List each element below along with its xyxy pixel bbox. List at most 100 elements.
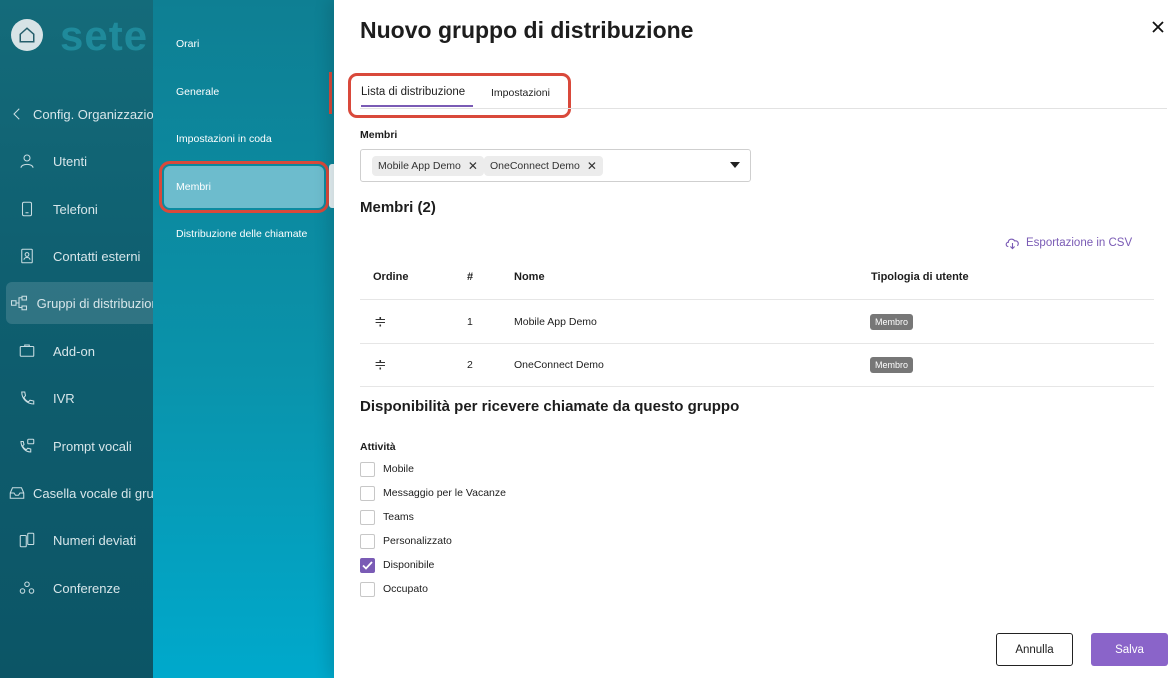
activity-checkbox-mobile[interactable]: Mobile bbox=[360, 461, 414, 477]
checkbox-label: Personalizzato bbox=[383, 535, 452, 547]
sidebar-item-label: Contatti esterni bbox=[53, 248, 141, 264]
drag-handle-icon[interactable]: ≑ bbox=[374, 355, 387, 373]
sidebar-item-gruppi-distribuzione[interactable]: Gruppi di distribuzione bbox=[6, 282, 153, 324]
column-header-tipologia: Tipologia di utente bbox=[871, 271, 969, 283]
chip-label: Mobile App Demo bbox=[378, 160, 461, 172]
tab-lista-distribuzione[interactable]: Lista di distribuzione bbox=[361, 86, 465, 98]
active-tab-indicator bbox=[361, 105, 473, 107]
distribution-icon bbox=[10, 295, 27, 311]
sidebar-item-label: Add-on bbox=[53, 343, 95, 359]
subnav-item-orari[interactable]: Orari bbox=[164, 23, 324, 65]
subnav-item-distribuzione-chiamate[interactable]: Distribuzione delle chiamate bbox=[164, 213, 324, 255]
conference-icon bbox=[19, 581, 35, 594]
group-subnav: Orari Generale Impostazioni in coda Memb… bbox=[153, 0, 334, 678]
subnav-item-label: Impostazioni in coda bbox=[176, 133, 272, 145]
checkbox-label: Mobile bbox=[383, 463, 414, 475]
cloud-download-icon bbox=[1005, 238, 1019, 250]
user-type-badge: Membro bbox=[870, 357, 914, 373]
tabs-divider bbox=[360, 108, 1167, 109]
sidebar-item-label: Conferenze bbox=[53, 580, 121, 596]
chevron-down-icon[interactable] bbox=[730, 162, 740, 168]
ivr-icon bbox=[21, 391, 35, 405]
csv-export-label: Esportazione in CSV bbox=[1026, 237, 1133, 249]
row-number: 1 bbox=[467, 316, 473, 328]
sidebar-item-label: Numeri deviati bbox=[53, 532, 137, 548]
row-name: OneConnect Demo bbox=[514, 359, 604, 371]
sidebar-item-numeri-deviati[interactable]: Numeri deviati bbox=[6, 519, 153, 561]
save-button[interactable]: Salva bbox=[1091, 633, 1168, 666]
checkmark-icon bbox=[362, 560, 373, 570]
sidebar-item-conferenze[interactable]: Conferenze bbox=[6, 567, 153, 609]
new-group-panel: Nuovo gruppo di distribuzione Lista di d… bbox=[334, 0, 1174, 678]
highlight-marker bbox=[329, 72, 332, 114]
csv-export-link[interactable]: Esportazione in CSV bbox=[1004, 236, 1132, 250]
subnav-item-impostazioni-coda[interactable]: Impostazioni in coda bbox=[164, 118, 324, 160]
brand-logo: sete bbox=[60, 12, 149, 59]
sidebar-item-label: Utenti bbox=[53, 153, 87, 169]
back-label: Config. Organizzazione bbox=[33, 106, 153, 122]
checkbox[interactable] bbox=[360, 533, 375, 549]
close-icon bbox=[1152, 21, 1164, 33]
checkbox-checked[interactable] bbox=[360, 557, 375, 573]
checkbox[interactable] bbox=[360, 485, 375, 501]
chevron-left-icon bbox=[13, 108, 20, 120]
user-icon bbox=[20, 154, 34, 168]
row-name: Mobile App Demo bbox=[514, 316, 597, 328]
subnav-item-label: Generale bbox=[176, 86, 220, 98]
sidebar-item-telefoni[interactable]: Telefoni bbox=[6, 188, 153, 230]
column-header-nome: Nome bbox=[514, 271, 545, 283]
checkbox-label: Disponibile bbox=[383, 559, 435, 571]
sidebar-item-utenti[interactable]: Utenti bbox=[6, 140, 153, 182]
home-button[interactable] bbox=[11, 19, 43, 51]
subnav-item-membri[interactable]: Membri bbox=[159, 161, 329, 213]
availability-title: Disponibilità per ricevere chiamate da q… bbox=[360, 398, 740, 415]
subnav-item-generale[interactable]: Generale bbox=[164, 71, 324, 113]
close-button[interactable] bbox=[1148, 17, 1168, 37]
checkbox[interactable] bbox=[360, 509, 375, 525]
column-header-number: # bbox=[467, 271, 474, 283]
row-divider bbox=[360, 343, 1154, 344]
drag-handle-icon[interactable]: ≑ bbox=[374, 312, 387, 330]
contacts-icon bbox=[21, 248, 33, 264]
home-icon bbox=[19, 27, 35, 43]
activity-checkbox-personalizzato[interactable]: Personalizzato bbox=[360, 533, 452, 549]
checkbox[interactable] bbox=[360, 581, 375, 597]
row-number: 2 bbox=[467, 359, 473, 371]
members-section-title: Membri (2) bbox=[360, 199, 436, 216]
sidebar-item-prompt-vocali[interactable]: Prompt vocali bbox=[6, 425, 153, 467]
member-chip: OneConnect Demo ✕ bbox=[484, 156, 603, 176]
checkbox-label: Messaggio per le Vacanze bbox=[383, 487, 506, 499]
back-to-org-config[interactable]: Config. Organizzazione bbox=[6, 93, 153, 135]
user-type-badge: Membro bbox=[870, 314, 914, 330]
remove-chip-icon[interactable]: ✕ bbox=[587, 159, 597, 173]
subnav-item-label: Membri bbox=[176, 181, 212, 193]
main-sidebar: sete Config. Organizzazione Utenti Telef… bbox=[0, 0, 153, 678]
checkbox[interactable] bbox=[360, 461, 375, 477]
activity-checkbox-teams[interactable]: Teams bbox=[360, 509, 414, 525]
activities-label: Attività bbox=[360, 441, 396, 453]
forwarded-numbers-icon bbox=[19, 532, 35, 548]
checkbox-label: Teams bbox=[383, 511, 414, 523]
checkbox-label: Occupato bbox=[383, 583, 428, 595]
subnav-item-label: Orari bbox=[176, 38, 200, 50]
activity-checkbox-vacanze[interactable]: Messaggio per le Vacanze bbox=[360, 485, 506, 501]
cancel-button[interactable]: Annulla bbox=[996, 633, 1073, 666]
activity-checkbox-disponibile[interactable]: Disponibile bbox=[360, 557, 434, 573]
sidebar-item-label: Casella vocale di gruppo bbox=[33, 485, 153, 501]
sidebar-item-label: Prompt vocali bbox=[53, 438, 132, 454]
column-header-ordine: Ordine bbox=[373, 271, 409, 283]
sidebar-item-label: Telefoni bbox=[53, 201, 98, 217]
voicemail-icon bbox=[9, 487, 25, 499]
sidebar-item-casella-vocale[interactable]: Casella vocale di gruppo bbox=[6, 472, 153, 514]
remove-chip-icon[interactable]: ✕ bbox=[468, 159, 478, 173]
sidebar-item-contatti-esterni[interactable]: Contatti esterni bbox=[6, 235, 153, 277]
sidebar-item-add-on[interactable]: Add-on bbox=[6, 330, 153, 372]
tab-impostazioni[interactable]: Impostazioni bbox=[491, 87, 550, 99]
row-divider bbox=[360, 386, 1154, 387]
sidebar-item-ivr[interactable]: IVR bbox=[6, 377, 153, 419]
addon-icon bbox=[19, 344, 35, 357]
sidebar-item-label: Gruppi di distribuzione bbox=[36, 295, 153, 311]
activity-checkbox-occupato[interactable]: Occupato bbox=[360, 581, 428, 597]
members-field-label: Membri bbox=[360, 129, 398, 141]
phone-icon bbox=[21, 201, 33, 217]
